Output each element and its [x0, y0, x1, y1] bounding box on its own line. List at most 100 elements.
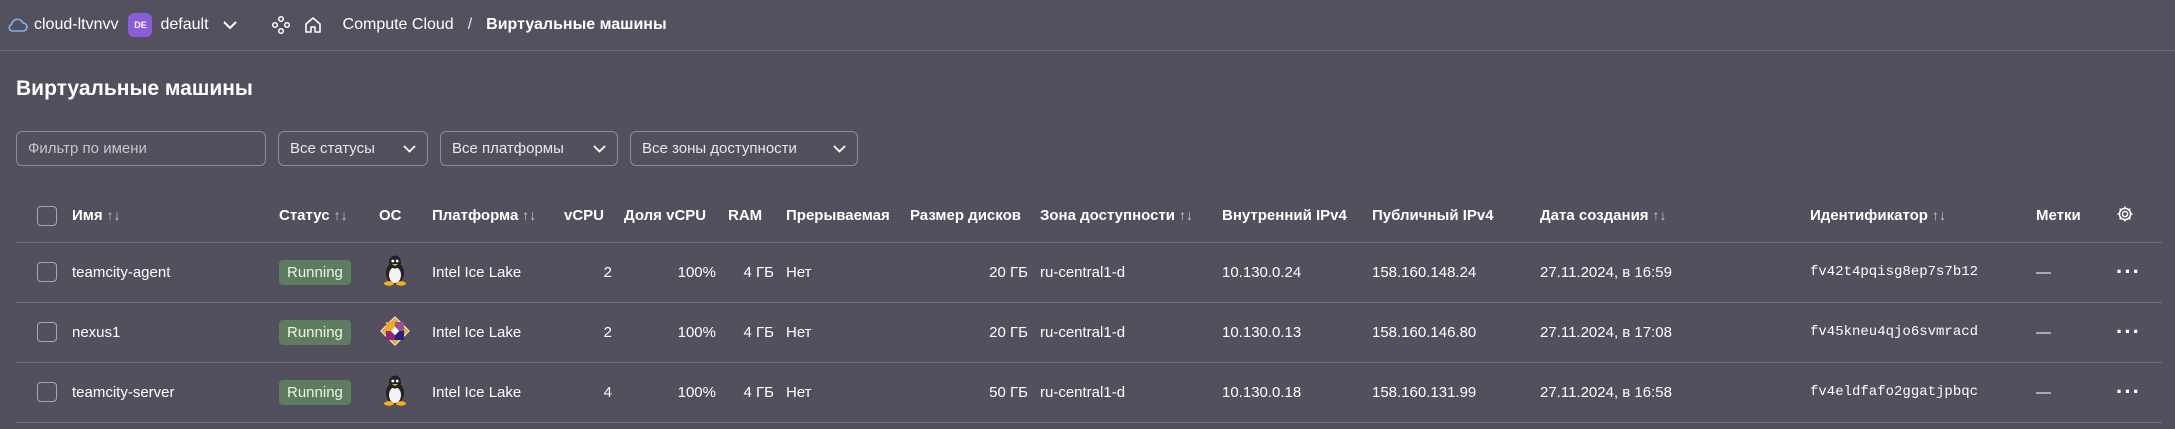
- column-settings-cell: [2110, 190, 2162, 242]
- table-row[interactable]: teamcity-agent Running Intel Ice Lake 2 …: [16, 241, 2162, 302]
- table-header-row: Имя ↑↓ Статус ↑↓ ОС Платформа ↑↓ vCPU Доля …: [16, 190, 2162, 242]
- breadcrumb: Compute Cloud / Виртуальные машины: [343, 16, 667, 34]
- public-ip: 158.160.148.24: [1366, 241, 1534, 302]
- more-actions-button[interactable]: ···: [2116, 259, 2141, 284]
- row-checkbox[interactable]: [37, 262, 57, 282]
- sort-icon[interactable]: ↑↓: [1932, 207, 1946, 223]
- breadcrumb-separator: /: [467, 16, 473, 33]
- platform-filter-value: Все платформы: [452, 140, 564, 157]
- vm-table: Имя ↑↓ Статус ↑↓ ОС Платформа ↑↓ vCPU Доля …: [16, 190, 2162, 423]
- column-header-ram: RAM: [728, 207, 763, 225]
- vcpu-share: 100%: [618, 301, 722, 362]
- column-header-status[interactable]: Статус ↑↓: [273, 190, 373, 242]
- internal-ip: 10.130.0.24: [1216, 241, 1366, 302]
- created-date: 27.11.2024, в 16:58: [1534, 361, 1804, 423]
- status-badge: Running: [279, 319, 351, 345]
- sort-icon[interactable]: ↑↓: [522, 207, 536, 223]
- more-actions-button[interactable]: ···: [2116, 379, 2141, 404]
- status-badge: Running: [279, 259, 351, 285]
- select-all-cell: [16, 190, 66, 242]
- column-header-public-ip: Публичный IPv4: [1372, 207, 1494, 225]
- linux-tux-icon: [379, 254, 411, 286]
- row-checkbox[interactable]: [37, 382, 57, 402]
- vcpu-share: 100%: [618, 361, 722, 423]
- vcpu: 4: [558, 361, 618, 423]
- created-date: 27.11.2024, в 17:08: [1534, 301, 1804, 362]
- page-title: Виртуальные машины: [16, 77, 253, 100]
- zone: ru-central1-d: [1034, 301, 1216, 362]
- home-icon[interactable]: [301, 13, 325, 37]
- vm-id: fv4eldfafo2ggatjpbqc: [1804, 361, 2030, 423]
- column-header-preemptible: Прерываемая: [786, 207, 890, 225]
- zone-filter-value: Все зоны доступности: [642, 140, 797, 157]
- vm-name[interactable]: nexus1: [66, 301, 273, 362]
- vm-id: fv45kneu4qjo6svmracd: [1804, 301, 2030, 362]
- disk-size: 20 ГБ: [904, 301, 1034, 362]
- select-all-checkbox[interactable]: [37, 205, 57, 226]
- column-header-vcpu: vCPU: [564, 207, 605, 225]
- chevron-down-icon[interactable]: [222, 20, 237, 30]
- platform: Intel Ice Lake: [426, 301, 558, 362]
- column-header-id[interactable]: Идентификатор ↑↓: [1804, 190, 2030, 242]
- table-row[interactable]: nexus1 Running Intel Ice Lake 2 100% 4 Г…: [16, 301, 2162, 362]
- ram: 4 ГБ: [722, 241, 780, 302]
- zone: ru-central1-d: [1034, 241, 1216, 302]
- sort-icon[interactable]: ↑↓: [1653, 207, 1667, 223]
- internal-ip: 10.130.0.13: [1216, 301, 1366, 362]
- linux-tux-icon: [379, 374, 411, 406]
- breadcrumb-current: Виртуальные машины: [486, 16, 667, 33]
- platform: Intel Ice Lake: [426, 241, 558, 302]
- vcpu: 2: [558, 241, 618, 302]
- cloud-name[interactable]: cloud-ltvnvv: [34, 16, 118, 34]
- status-badge: Running: [279, 379, 351, 405]
- table-row[interactable]: teamcity-server Running Intel Ice Lake 4…: [16, 361, 2162, 423]
- zone: ru-central1-d: [1034, 361, 1216, 423]
- gear-icon[interactable]: [2116, 205, 2134, 223]
- column-header-name[interactable]: Имя ↑↓: [66, 190, 273, 242]
- preemptible: Нет: [780, 301, 904, 362]
- folder-badge: DE: [128, 13, 153, 37]
- vcpu-share: 100%: [618, 241, 722, 302]
- column-header-platform[interactable]: Платформа ↑↓: [426, 190, 558, 242]
- vm-id: fv42t4pqisg8ep7s7b12: [1804, 241, 2030, 302]
- status-filter-select[interactable]: Все статусы: [278, 131, 428, 166]
- services-icon[interactable]: [269, 13, 293, 37]
- name-filter-input[interactable]: [16, 131, 266, 166]
- more-actions-button[interactable]: ···: [2116, 319, 2141, 344]
- top-bar: cloud-ltvnvv DE default Compute Cloud / …: [0, 0, 2175, 51]
- filters-bar: Все статусы Все платформы Все зоны досту…: [16, 131, 858, 166]
- sort-icon[interactable]: ↑↓: [1179, 207, 1193, 223]
- preemptible: Нет: [780, 361, 904, 423]
- column-header-labels: Метки: [2036, 207, 2081, 225]
- labels: —: [2030, 301, 2110, 362]
- cloud-icon[interactable]: [6, 14, 28, 36]
- disk-size: 20 ГБ: [904, 241, 1034, 302]
- created-date: 27.11.2024, в 16:59: [1534, 241, 1804, 302]
- zone-filter-select[interactable]: Все зоны доступности: [630, 131, 858, 166]
- labels: —: [2030, 241, 2110, 302]
- chevron-down-icon: [593, 144, 606, 153]
- folder-name[interactable]: default: [160, 16, 208, 34]
- labels: —: [2030, 361, 2110, 423]
- sort-icon[interactable]: ↑↓: [334, 207, 348, 223]
- vcpu: 2: [558, 301, 618, 362]
- sort-icon[interactable]: ↑↓: [107, 207, 121, 223]
- public-ip: 158.160.131.99: [1366, 361, 1534, 423]
- column-header-internal-ip: Внутренний IPv4: [1222, 207, 1347, 225]
- chevron-down-icon: [403, 144, 416, 153]
- column-header-disk-size: Размер дисков: [910, 207, 1021, 225]
- platform: Intel Ice Lake: [426, 361, 558, 423]
- vm-name[interactable]: teamcity-server: [66, 361, 273, 423]
- vm-name[interactable]: teamcity-agent: [66, 241, 273, 302]
- preemptible: Нет: [780, 241, 904, 302]
- column-header-zone[interactable]: Зона доступности ↑↓: [1034, 190, 1216, 242]
- breadcrumb-compute-cloud[interactable]: Compute Cloud: [343, 16, 454, 34]
- centos-icon: [379, 315, 411, 347]
- status-filter-value: Все статусы: [290, 140, 375, 157]
- internal-ip: 10.130.0.18: [1216, 361, 1366, 423]
- row-checkbox[interactable]: [37, 322, 57, 342]
- ram: 4 ГБ: [722, 301, 780, 362]
- column-header-created[interactable]: Дата создания ↑↓: [1534, 190, 1804, 242]
- disk-size: 50 ГБ: [904, 361, 1034, 423]
- platform-filter-select[interactable]: Все платформы: [440, 131, 618, 166]
